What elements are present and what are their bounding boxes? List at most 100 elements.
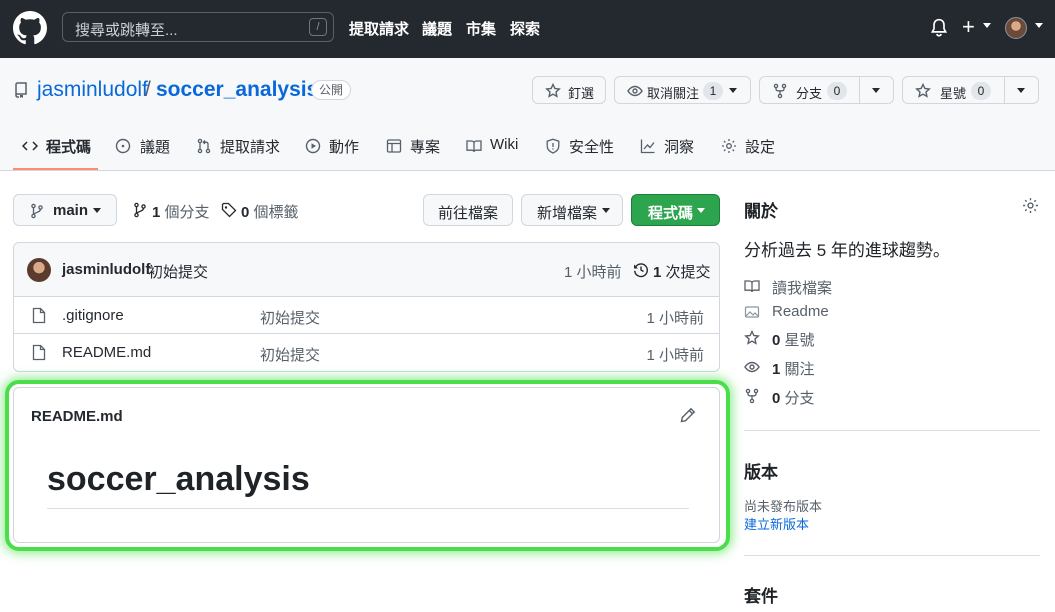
branches-icon — [134, 202, 146, 218]
fork-label: 分支 — [796, 86, 823, 101]
forks-link[interactable]: 0 分支 — [772, 387, 815, 408]
fork-caret-icon[interactable] — [872, 88, 880, 93]
packages-heading[interactable]: 套件 — [744, 582, 778, 607]
branch-icon — [31, 203, 43, 219]
create-menu-caret-icon[interactable] — [983, 23, 991, 28]
branch-selector[interactable]: main — [13, 194, 117, 226]
watch-button[interactable]: 取消關注 1 — [614, 76, 751, 104]
tab-projects[interactable]: 專案 — [410, 136, 440, 157]
readme-anchor-link[interactable]: Readme — [772, 303, 829, 320]
history-icon — [634, 263, 648, 278]
watch-count: 1 — [703, 82, 723, 100]
branch-caret-icon — [93, 208, 101, 213]
add-file-caret-icon — [602, 208, 610, 213]
file-row: README.md 初始提交 1 小時前 — [14, 334, 719, 371]
commits-label: 次提交 — [665, 264, 711, 281]
file-commit-message[interactable]: 初始提交 — [260, 307, 320, 328]
tags-count: 0 — [241, 204, 250, 221]
readme-highlight-frame — [5, 380, 730, 551]
file-listing: jasminludolf 初始提交 1 小時前 1 次提交 .gitignore… — [13, 242, 720, 372]
sidebar-divider — [744, 555, 1040, 556]
tab-settings[interactable]: 設定 — [745, 136, 775, 157]
tags-label: 個標籤 — [253, 204, 299, 221]
commits-count: 1 — [653, 264, 662, 281]
forks-icon — [745, 388, 759, 404]
commit-author-avatar[interactable] — [27, 258, 51, 282]
fork-divider — [859, 77, 860, 103]
file-commit-message[interactable]: 初始提交 — [260, 344, 320, 365]
eye-icon — [627, 85, 643, 97]
readme-image-icon — [744, 306, 760, 318]
commits-link[interactable]: 1 次提交 — [653, 261, 711, 282]
tags-link[interactable]: 0 個標籤 — [241, 201, 299, 222]
user-avatar[interactable] — [1005, 17, 1027, 39]
search-placeholder: 搜尋或跳轉至... — [75, 22, 178, 39]
wiki-book-icon — [466, 140, 482, 153]
github-logo-icon[interactable] — [13, 11, 47, 45]
user-menu-caret-icon[interactable] — [1035, 23, 1043, 28]
star-icon — [915, 83, 931, 98]
tab-pull-requests[interactable]: 提取請求 — [220, 136, 280, 157]
no-releases-text: 尚未發布版本 — [744, 499, 823, 514]
add-file-button[interactable]: 新增檔案 — [521, 194, 623, 226]
releases-heading[interactable]: 版本 — [744, 458, 778, 483]
tab-actions[interactable]: 動作 — [329, 136, 359, 157]
nav-explore[interactable]: 探索 — [510, 18, 540, 39]
tab-wiki[interactable]: Wiki — [490, 136, 518, 153]
issues-icon — [115, 138, 131, 154]
go-to-file-label: 前往檔案 — [438, 205, 499, 222]
code-button-label: 程式碼 — [648, 205, 694, 222]
watch-label: 取消關注 — [647, 86, 700, 101]
tab-issues[interactable]: 議題 — [140, 136, 170, 157]
tab-insights[interactable]: 洞察 — [664, 136, 694, 157]
watching-count: 1 — [772, 361, 781, 378]
file-row: .gitignore 初始提交 1 小時前 — [14, 297, 719, 334]
about-settings-gear-icon[interactable] — [1022, 197, 1039, 214]
go-to-file-button[interactable]: 前往檔案 — [423, 194, 513, 226]
watching-link[interactable]: 1 關注 — [772, 358, 815, 379]
repo-name-link[interactable]: soccer_analysis — [156, 78, 318, 102]
latest-commit-row: jasminludolf 初始提交 1 小時前 1 次提交 — [14, 243, 719, 297]
forks-count: 0 — [772, 390, 781, 407]
branches-link[interactable]: 1 個分支 — [152, 201, 210, 222]
create-new-plus-icon[interactable]: + — [962, 14, 975, 40]
file-icon — [32, 307, 46, 324]
star-label: 星號 — [940, 86, 967, 101]
stars-label: 星號 — [784, 332, 815, 349]
file-commit-time: 1 小時前 — [646, 310, 704, 327]
tab-code[interactable]: 程式碼 — [46, 136, 91, 157]
nav-pull-requests[interactable]: 提取請求 — [349, 18, 409, 39]
stars-link[interactable]: 0 星號 — [772, 329, 815, 350]
create-release-link[interactable]: 建立新版本 — [744, 514, 809, 533]
repo-owner-link[interactable]: jasminludolf — [37, 78, 148, 102]
code-download-button[interactable]: 程式碼 — [631, 194, 720, 226]
file-name[interactable]: README.md — [62, 344, 151, 361]
sidebar-divider — [744, 430, 1040, 431]
commit-message[interactable]: 初始提交 — [148, 261, 208, 282]
add-file-label: 新增檔案 — [537, 205, 598, 222]
star-divider — [1004, 77, 1005, 103]
search-input[interactable]: 搜尋或跳轉至... / — [62, 12, 334, 42]
file-icon — [32, 344, 46, 361]
insights-graph-icon — [640, 139, 655, 154]
star-button[interactable]: 星號 0 — [902, 76, 1039, 104]
fork-button[interactable]: 分支 0 — [759, 76, 894, 104]
star-caret-icon[interactable] — [1017, 88, 1025, 93]
fork-count: 0 — [827, 82, 847, 100]
tab-security[interactable]: 安全性 — [569, 136, 614, 157]
watch-caret-icon — [729, 88, 737, 93]
nav-marketplace[interactable]: 市集 — [466, 18, 496, 39]
pin-icon — [545, 83, 561, 98]
star-count: 0 — [971, 82, 991, 100]
file-name[interactable]: .gitignore — [62, 307, 124, 324]
pin-label: 釘選 — [568, 86, 595, 101]
notifications-bell-icon[interactable] — [930, 18, 948, 38]
active-tab-indicator — [13, 168, 98, 170]
search-shortcut-key: / — [309, 18, 327, 36]
commit-author[interactable]: jasminludolf — [62, 261, 150, 278]
watching-eye-icon — [744, 361, 760, 373]
nav-issues[interactable]: 議題 — [422, 18, 452, 39]
pin-button[interactable]: 釘選 — [532, 76, 606, 104]
readme-link[interactable]: 讀我檔案 — [772, 277, 832, 298]
branch-name: main — [53, 202, 89, 219]
